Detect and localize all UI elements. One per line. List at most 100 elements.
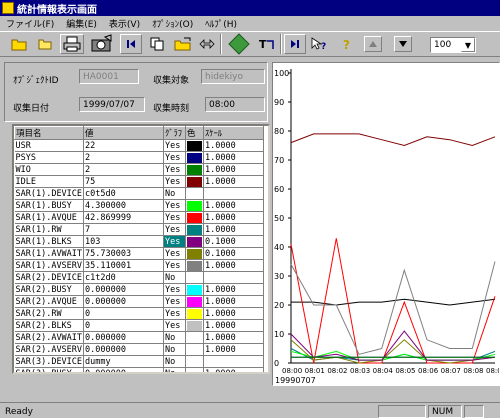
cell-value[interactable]: dummy (83, 355, 165, 368)
cell-value[interactable]: 0.000000 (83, 331, 165, 344)
table-row[interactable]: SAR(1).AVSERV 35.110001 Yes 1.0000 (14, 259, 265, 272)
cell-value[interactable]: 0.000000 (83, 343, 165, 356)
table-row[interactable]: SAR(2).BUSY 0.000000 Yes 1.0000 (14, 283, 265, 296)
cell-scale[interactable]: 1.0000 (203, 307, 265, 320)
arrows-icon[interactable] (196, 34, 218, 54)
cell-color[interactable] (185, 343, 205, 356)
cell-color[interactable] (185, 211, 205, 224)
skip-end-icon[interactable] (284, 34, 306, 54)
cell-name[interactable]: SAR(1).BLKS (14, 235, 85, 248)
cell-scale[interactable] (203, 355, 265, 368)
table-row[interactable]: SAR(2).AVSERV 0.000000 No 1.0000 (14, 343, 265, 356)
cell-value[interactable]: 75 (83, 175, 165, 188)
cell-name[interactable]: SAR(3).DEVICE (14, 355, 85, 368)
cell-color[interactable] (185, 307, 205, 320)
cell-scale[interactable]: 1.0000 (203, 331, 265, 344)
cell-scale[interactable]: 0.1000 (203, 247, 265, 260)
cell-scale[interactable]: 1.0000 (203, 343, 265, 356)
cell-value[interactable]: 42.869999 (83, 211, 165, 224)
app-icon[interactable] (2, 2, 14, 14)
cell-scale[interactable]: 1.0000 (203, 211, 265, 224)
cell-scale[interactable]: 1.0000 (203, 319, 265, 332)
cell-color[interactable] (185, 319, 205, 332)
cell-graph[interactable]: Yes (163, 175, 187, 188)
cell-name[interactable]: SAR(1).AVWAIT (14, 247, 85, 260)
copy-icon[interactable] (146, 34, 168, 54)
cell-scale[interactable]: 1.0000 (203, 295, 265, 308)
cell-graph[interactable]: Yes (163, 235, 187, 248)
table-row[interactable]: PSYS 2 Yes 1.0000 (14, 151, 265, 164)
cell-graph[interactable]: No (163, 187, 187, 200)
cell-scale[interactable]: 1.0000 (203, 367, 265, 372)
cell-color[interactable] (185, 271, 205, 284)
cell-value[interactable]: 0.000000 (83, 367, 165, 372)
cell-graph[interactable]: No (163, 355, 187, 368)
scroll-up-icon[interactable] (364, 36, 382, 52)
cell-name[interactable]: SAR(2).AVSERV (14, 343, 85, 356)
table-row[interactable]: IDLE 75 Yes 1.0000 (14, 175, 265, 188)
cell-name[interactable]: SAR(2).BUSY (14, 283, 85, 296)
cell-name[interactable]: USR (14, 139, 85, 152)
table-row[interactable]: SAR(2).AVWAIT 0.000000 No 1.0000 (14, 331, 265, 344)
cell-color[interactable] (185, 367, 205, 372)
cell-scale[interactable]: 1.0000 (203, 151, 265, 164)
cell-value[interactable]: 7 (83, 223, 165, 236)
cell-name[interactable]: SAR(2).BLKS (14, 319, 85, 332)
menu-file[interactable]: ファイル(F) (0, 17, 60, 30)
cell-value[interactable]: 0 (83, 319, 165, 332)
cell-color[interactable] (185, 199, 205, 212)
cell-name[interactable]: SAR(2).AVWAIT (14, 331, 85, 344)
zoom-select[interactable]: 100 ▼ (430, 37, 476, 53)
table-row[interactable]: SAR(1).BUSY 4.300000 Yes 1.0000 (14, 199, 265, 212)
cell-scale[interactable]: 1.0000 (203, 223, 265, 236)
cell-graph[interactable]: No (163, 331, 187, 344)
column-header-name[interactable]: 項目名 (14, 126, 85, 140)
diamond-icon[interactable] (226, 33, 252, 55)
folder-open-icon[interactable] (8, 34, 30, 54)
table-row[interactable]: SAR(1).DEVICE c0t5d0 No (14, 187, 265, 200)
cell-graph[interactable]: Yes (163, 223, 187, 236)
cell-color[interactable] (185, 295, 205, 308)
table-row[interactable]: SAR(1).AVQUE 42.869999 Yes 1.0000 (14, 211, 265, 224)
cell-name[interactable]: SAR(2).RW (14, 307, 85, 320)
cell-name[interactable]: WIO (14, 163, 85, 176)
cell-value[interactable]: 0.000000 (83, 283, 165, 296)
cell-scale[interactable]: 1.0000 (203, 199, 265, 212)
cell-graph[interactable]: Yes (163, 247, 187, 260)
cell-graph[interactable]: Yes (163, 151, 187, 164)
cell-name[interactable]: SAR(2).AVQUE (14, 295, 85, 308)
table-row[interactable]: SAR(1).RW 7 Yes 1.0000 (14, 223, 265, 236)
question-icon[interactable]: ? (336, 34, 358, 54)
cell-color[interactable] (185, 259, 205, 272)
column-header-value[interactable]: 値 (83, 126, 165, 140)
whats-this-icon[interactable]: ? (308, 34, 330, 54)
cell-graph[interactable]: Yes (163, 307, 187, 320)
cell-graph[interactable]: Yes (163, 163, 187, 176)
menu-help[interactable]: ﾍﾙﾌﾟ(H) (199, 17, 243, 30)
cell-value[interactable]: 2 (83, 151, 165, 164)
cell-name[interactable]: IDLE (14, 175, 85, 188)
menu-view[interactable]: 表示(V) (103, 17, 146, 30)
column-header-color[interactable]: 色 (185, 126, 205, 140)
cell-color[interactable] (185, 163, 205, 176)
table-row[interactable]: USR 22 Yes 1.0000 (14, 139, 265, 152)
cell-scale[interactable] (203, 271, 265, 284)
cell-color[interactable] (185, 247, 205, 260)
table-row[interactable]: SAR(2).RW 0 Yes 1.0000 (14, 307, 265, 320)
folder-transfer-icon[interactable] (172, 34, 194, 54)
cell-scale[interactable]: 1.0000 (203, 175, 265, 188)
cell-name[interactable]: PSYS (14, 151, 85, 164)
menu-edit[interactable]: 編集(E) (60, 17, 103, 30)
cell-scale[interactable]: 1.0000 (203, 139, 265, 152)
cell-name[interactable]: SAR(1).AVSERV (14, 259, 85, 272)
cell-scale[interactable]: 1.0000 (203, 259, 265, 272)
font-tool-icon[interactable]: T (255, 34, 277, 54)
cell-color[interactable] (185, 223, 205, 236)
table-row[interactable]: SAR(2).AVQUE 0.000000 Yes 1.0000 (14, 295, 265, 308)
chevron-down-icon[interactable]: ▼ (461, 38, 475, 52)
cell-value[interactable]: 0.000000 (83, 295, 165, 308)
cell-color[interactable] (185, 151, 205, 164)
cell-scale[interactable]: 1.0000 (203, 283, 265, 296)
column-header-graph[interactable]: ｸﾞﾗﾌ (163, 126, 187, 140)
cell-graph[interactable]: Yes (163, 295, 187, 308)
